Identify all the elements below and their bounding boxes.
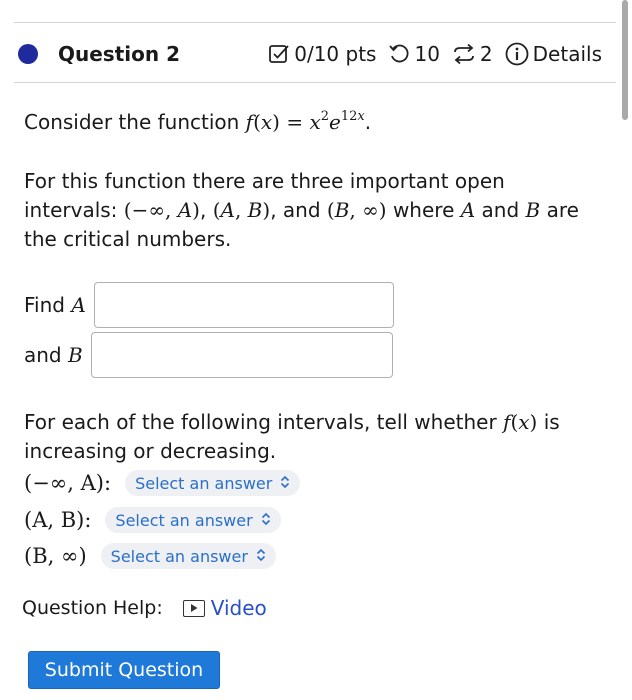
interval-label-2: (A, B):	[24, 508, 92, 532]
divider-header	[14, 82, 616, 83]
question-help: Question Help: Video	[22, 596, 267, 620]
submit-question-button[interactable]: Submit Question	[28, 651, 220, 689]
interval-select-2[interactable]: Select an answer	[105, 507, 281, 533]
info-icon[interactable]	[505, 42, 529, 66]
video-link[interactable]: Video	[182, 596, 267, 620]
question-title: Question 2	[58, 42, 180, 66]
find-a-label: Find	[24, 293, 65, 317]
and-b-label: and	[24, 343, 62, 367]
interval-row-1: (−∞, A): Select an answer	[24, 470, 301, 496]
chevron-updown-icon	[280, 474, 290, 493]
question-meta: 0/10 pts 10 2 Details	[268, 42, 602, 66]
interval-label-3: (B, ∞)	[24, 544, 87, 568]
question-status-dot-icon	[18, 44, 38, 64]
checkbox-icon	[268, 43, 290, 65]
question-help-label: Question Help:	[22, 597, 163, 619]
interval-row-3: (B, ∞) Select an answer	[24, 543, 276, 569]
problem-intervals-text: For this function there are three import…	[24, 169, 579, 251]
retry-icon	[452, 43, 476, 65]
problem-instruction: For each of the following intervals, tel…	[24, 410, 560, 463]
divider-top	[14, 22, 616, 23]
scrollbar[interactable]	[622, 0, 628, 120]
chevron-updown-icon	[261, 511, 271, 530]
retries-text: 2	[479, 42, 493, 66]
find-a-row: Find A	[24, 282, 394, 328]
interval-row-2: (A, B): Select an answer	[24, 507, 281, 533]
play-icon	[182, 599, 205, 617]
points-text: 0/10 pts	[294, 42, 377, 66]
details-link[interactable]: Details	[533, 42, 602, 66]
problem-intro: Consider the function f(x) = x2e12x.	[24, 109, 372, 134]
undo-icon	[388, 43, 410, 65]
interval-select-3[interactable]: Select an answer	[100, 543, 276, 569]
question-header: Question 2 0/10 pts 10 2 Details	[14, 36, 602, 72]
function-expression: f	[245, 110, 254, 134]
find-b-row: and B	[24, 332, 393, 378]
answer-b-input[interactable]	[90, 332, 393, 378]
answer-a-input[interactable]	[93, 282, 394, 328]
interval-select-1[interactable]: Select an answer	[125, 470, 301, 496]
chevron-updown-icon	[256, 547, 266, 566]
attempts-text: 10	[414, 42, 440, 66]
interval-label-1: (−∞, A):	[24, 471, 112, 495]
